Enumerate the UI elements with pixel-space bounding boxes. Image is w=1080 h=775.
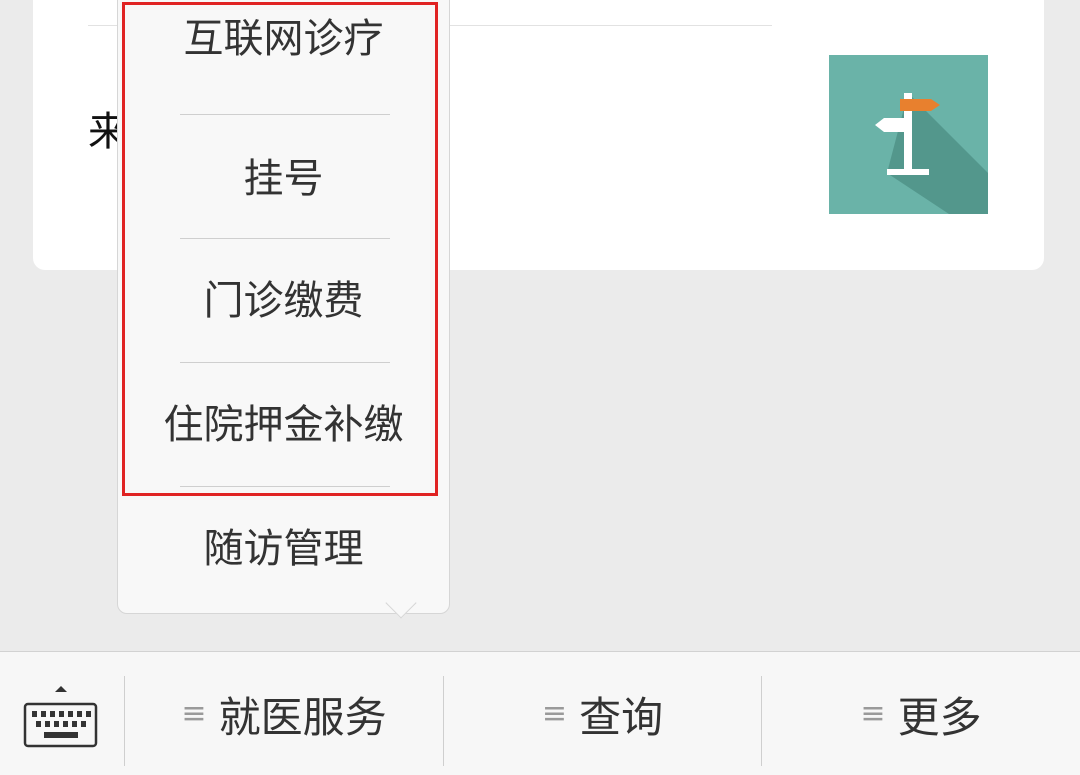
signpost-thumbnail[interactable] bbox=[829, 55, 988, 214]
tab-label: 更多 bbox=[897, 692, 982, 742]
menu-lines-icon: ≡ bbox=[181, 696, 207, 731]
tab-medical-services[interactable]: ≡ 就医服务 bbox=[125, 652, 443, 775]
tab-query[interactable]: ≡ 查询 bbox=[444, 652, 761, 775]
tab-label: 就医服务 bbox=[218, 692, 387, 742]
menu-item-follow-up[interactable]: 随访管理 bbox=[118, 519, 449, 579]
menu-item-inpatient-deposit[interactable]: 住院押金补缴 bbox=[118, 395, 449, 455]
menu-divider bbox=[180, 486, 390, 487]
bottom-menu-bar: ≡ 就医服务 ≡ 查询 ≡ 更多 bbox=[0, 651, 1080, 775]
tab-more[interactable]: ≡ 更多 bbox=[762, 652, 1080, 775]
service-popup-menu: 互联网诊疗 挂号 门诊缴费 住院押金补缴 随访管理 bbox=[117, 0, 450, 619]
keyboard-icon bbox=[23, 686, 98, 748]
menu-item-internet-consultation[interactable]: 互联网诊疗 bbox=[118, 9, 449, 69]
menu-lines-icon: ≡ bbox=[860, 696, 886, 731]
keyboard-toggle-button[interactable] bbox=[0, 652, 124, 775]
menu-lines-icon: ≡ bbox=[541, 696, 568, 731]
menu-divider bbox=[180, 362, 390, 363]
menu-item-outpatient-payment[interactable]: 门诊缴费 bbox=[118, 271, 449, 331]
tab-label: 查询 bbox=[579, 692, 664, 742]
popup-pointer bbox=[385, 587, 417, 619]
menu-divider bbox=[180, 238, 390, 239]
chat-screen: 来 互联网诊疗 挂号 门诊缴费 住院押金补缴 随访管理 ≡ 就医服务 ≡ 查询 … bbox=[0, 0, 1080, 775]
signpost-icon bbox=[829, 55, 988, 214]
menu-divider bbox=[180, 114, 390, 115]
menu-item-registration[interactable]: 挂号 bbox=[118, 149, 449, 209]
